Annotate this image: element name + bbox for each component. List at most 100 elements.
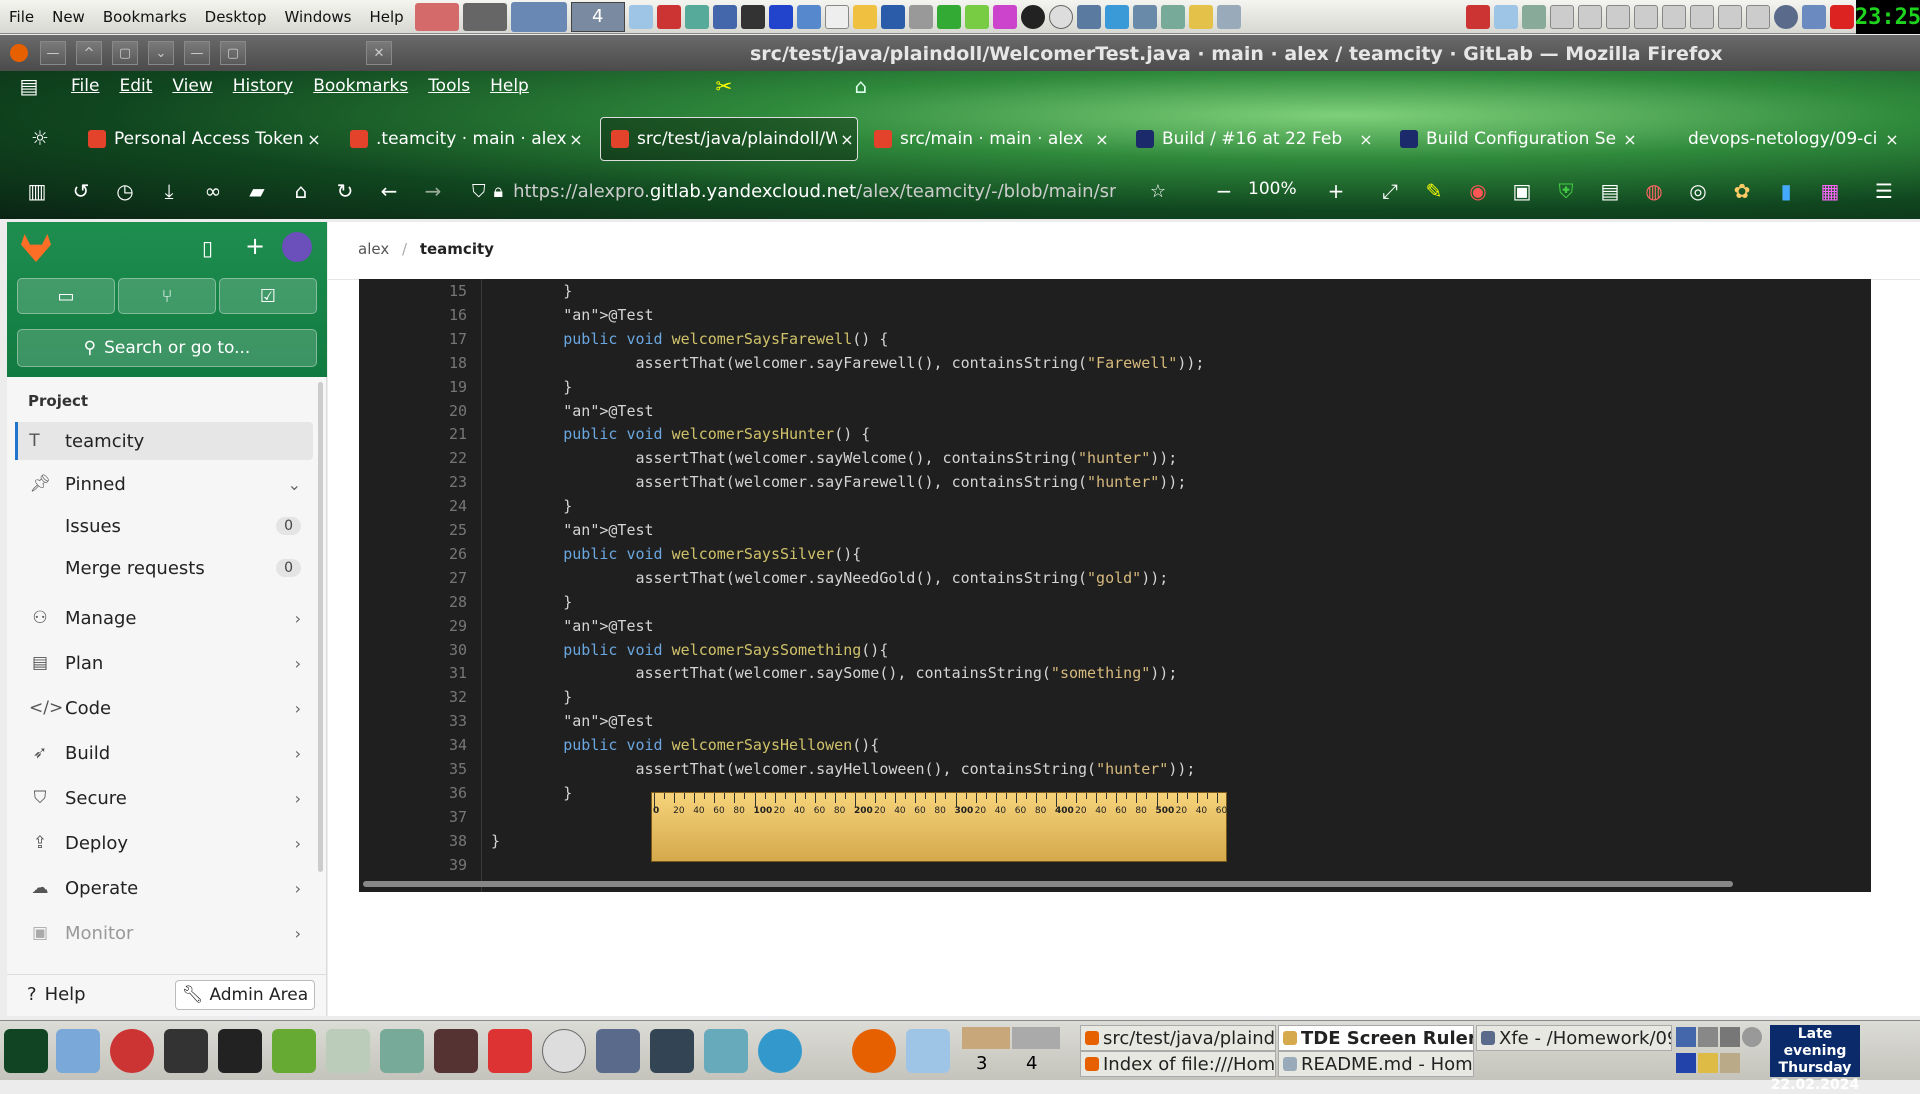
- cpu-monitor-icon[interactable]: [164, 1029, 208, 1073]
- raise-button[interactable]: ^: [76, 41, 102, 65]
- launcher-icon[interactable]: [110, 1029, 154, 1073]
- app-icon[interactable]: [992, 4, 1017, 29]
- close-icon[interactable]: [1774, 4, 1798, 29]
- menu-history[interactable]: History: [223, 76, 303, 96]
- bookmark-star-icon[interactable]: ☆: [1150, 181, 1166, 202]
- minimize-icon[interactable]: [1606, 4, 1630, 29]
- extension-icon[interactable]: ✂: [709, 71, 739, 101]
- back-icon[interactable]: ←: [374, 176, 404, 206]
- home-icon[interactable]: ⌂: [286, 176, 316, 206]
- opera-icon[interactable]: ◍: [1639, 176, 1669, 206]
- line-number[interactable]: 38: [359, 832, 467, 850]
- app-icon[interactable]: [824, 4, 849, 29]
- tde-menu-bookmarks[interactable]: Bookmarks: [94, 8, 196, 26]
- desktop-pager[interactable]: 4: [570, 1, 625, 32]
- ae-icon[interactable]: [1662, 4, 1686, 29]
- task-index-of-file[interactable]: Index of file:///Hom: [1080, 1051, 1276, 1077]
- issues-shortcut-button[interactable]: ▭: [17, 278, 115, 314]
- line-number[interactable]: 29: [359, 617, 467, 635]
- mouse-icon[interactable]: [1746, 4, 1770, 29]
- pager-desktop-4-thumb[interactable]: [1012, 1027, 1060, 1049]
- app-icon[interactable]: [650, 1029, 694, 1073]
- tab-close-icon[interactable]: ×: [1620, 130, 1640, 149]
- breadcrumb-project[interactable]: teamcity: [420, 240, 494, 258]
- sidebar-item-merge-requests[interactable]: Merge requests 0: [15, 549, 313, 587]
- maximize-button[interactable]: ▢: [220, 41, 246, 65]
- tab-close-icon[interactable]: ×: [1356, 130, 1376, 149]
- collapse-sidebar-icon[interactable]: ▯: [202, 236, 213, 260]
- tools-icon[interactable]: [1720, 1027, 1740, 1047]
- app-icon[interactable]: [1160, 4, 1185, 29]
- power-icon[interactable]: [1830, 4, 1854, 29]
- desktop-thumb-icon[interactable]: [510, 1, 567, 32]
- down-icon[interactable]: [1718, 4, 1742, 29]
- tab-close-icon[interactable]: ×: [837, 130, 857, 149]
- menu-bookmarks[interactable]: Bookmarks: [303, 76, 418, 96]
- menu-view[interactable]: View: [162, 76, 222, 96]
- task-xfe[interactable]: Xfe - /Homework/09: [1476, 1025, 1672, 1051]
- line-number[interactable]: 30: [359, 641, 467, 659]
- horizontal-scrollbar[interactable]: [363, 881, 1733, 887]
- extension-icon[interactable]: ⌂: [846, 71, 876, 101]
- screen-ruler[interactable]: 0 20 40 60 80 100 20 40 60 80 200 20 40 60 80 300 20 40 60…: [651, 792, 1227, 862]
- line-number[interactable]: 32: [359, 688, 467, 706]
- line-number[interactable]: 21: [359, 425, 467, 443]
- terminal-icon[interactable]: [462, 2, 507, 31]
- history-icon[interactable]: ↺: [66, 176, 96, 206]
- line-number[interactable]: 31: [359, 664, 467, 682]
- app-icon[interactable]: [1494, 4, 1518, 29]
- app-icon[interactable]: [1720, 1053, 1740, 1073]
- sidebar-item-issues[interactable]: Issues 0: [15, 507, 313, 545]
- tde-menu-new[interactable]: New: [43, 8, 94, 26]
- tab-list-icon[interactable]: ☼: [25, 123, 55, 153]
- zoom-level[interactable]: 100%: [1248, 179, 1297, 199]
- tde-menu-file[interactable]: File: [0, 8, 43, 26]
- task-firefox[interactable]: src/test/java/plaindoll: [1080, 1025, 1276, 1051]
- k-icon[interactable]: [542, 1029, 586, 1073]
- app-launcher-icon[interactable]: [434, 1029, 478, 1073]
- network-monitor-icon[interactable]: [4, 1029, 48, 1073]
- shield-icon[interactable]: ⛉: [472, 181, 486, 202]
- line-number[interactable]: 28: [359, 593, 467, 611]
- app-icon[interactable]: [880, 4, 905, 29]
- zoom-in-icon[interactable]: +: [1321, 176, 1351, 206]
- sync-icon[interactable]: ◎: [1683, 176, 1713, 206]
- lock-icon[interactable]: [1802, 4, 1826, 29]
- app-icon[interactable]: [704, 1029, 748, 1073]
- numlock-icon[interactable]: [1690, 4, 1714, 29]
- search-button[interactable]: ⚲ Search or go to...: [17, 329, 317, 367]
- editor-icon[interactable]: [272, 1029, 316, 1073]
- app-icon[interactable]: [768, 4, 793, 29]
- app-menu-icon[interactable]: ▤: [18, 71, 40, 101]
- lower-button[interactable]: ⌄: [148, 41, 174, 65]
- tab-close-icon[interactable]: ×: [304, 130, 324, 149]
- pocket-icon[interactable]: ◉: [1463, 176, 1493, 206]
- editor-launcher-icon[interactable]: [906, 1029, 950, 1073]
- url-bar[interactable]: ⛉ 🔒︎ https://alexpro.gitlab.yandexcloud.…: [472, 173, 1166, 209]
- line-number[interactable]: 23: [359, 473, 467, 491]
- app-icon[interactable]: [936, 4, 961, 29]
- mail-icon[interactable]: [326, 1029, 370, 1073]
- download-icon[interactable]: ⤓: [154, 176, 184, 206]
- fullscreen-icon[interactable]: ⤢: [1375, 176, 1405, 206]
- sidebar-item-project[interactable]: T teamcity: [15, 422, 313, 460]
- tab-build-16[interactable]: Build / #16 at 22 Feb ×: [1126, 117, 1376, 161]
- up-icon[interactable]: [1578, 4, 1602, 29]
- line-number[interactable]: 15: [359, 282, 467, 300]
- menu-edit[interactable]: Edit: [109, 76, 162, 96]
- sidebar-item-manage[interactable]: ⚇ Manage ›: [15, 599, 313, 637]
- gitlab-logo-icon[interactable]: [21, 234, 51, 262]
- line-number[interactable]: 34: [359, 736, 467, 754]
- mask-icon[interactable]: ∞: [198, 176, 228, 206]
- palette-icon[interactable]: ✿: [1727, 176, 1757, 206]
- app-icon[interactable]: [1020, 4, 1045, 29]
- sidebar-scrollbar[interactable]: [318, 382, 323, 872]
- clipboard-icon[interactable]: [1698, 1053, 1718, 1073]
- task-readme[interactable]: README.md - Hom: [1278, 1051, 1474, 1077]
- app-icon[interactable]: [656, 4, 681, 29]
- tab-build-configuration[interactable]: Build Configuration Se ×: [1390, 117, 1640, 161]
- forward-icon[interactable]: →: [418, 176, 448, 206]
- zoom-out-icon[interactable]: −: [1209, 176, 1239, 206]
- sidebar-item-secure[interactable]: ⛉ Secure ›: [15, 779, 313, 817]
- pager-desktop-3-thumb[interactable]: [962, 1027, 1010, 1049]
